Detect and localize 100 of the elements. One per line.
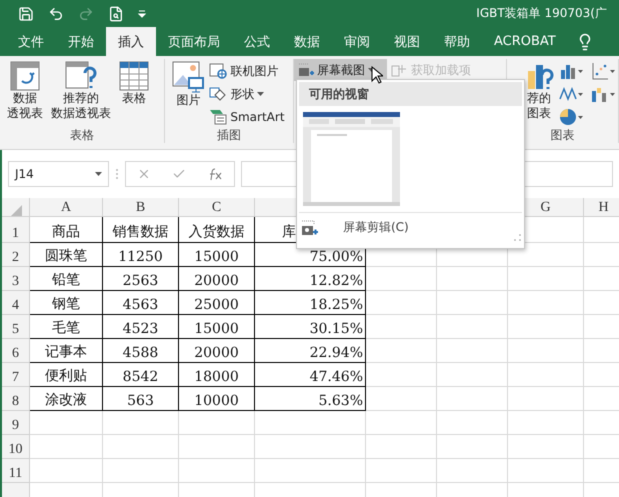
grid-cell[interactable] (366, 411, 437, 435)
resize-grip-icon (514, 234, 521, 241)
grid-cell[interactable] (366, 459, 437, 483)
grid-cell[interactable] (437, 363, 508, 387)
grid-cell[interactable] (508, 411, 584, 435)
ribbon-tab[interactable]: ACROBAT (482, 27, 568, 56)
select-all-corner[interactable] (2, 198, 30, 217)
grid-cell[interactable] (103, 411, 179, 435)
ribbon-tab[interactable]: 文件 (6, 27, 56, 56)
grid-cell[interactable] (437, 411, 508, 435)
ribbon-button[interactable]: 联机图片 (209, 61, 285, 81)
grid-cell[interactable] (508, 435, 584, 459)
column-header[interactable]: B (103, 198, 179, 217)
row-header[interactable]: 2 (2, 243, 30, 267)
ribbon-button[interactable]: 表格 (116, 59, 152, 127)
grid-cell[interactable] (366, 363, 437, 387)
ribbon-tab[interactable]: 开始 (56, 27, 106, 56)
row-header[interactable]: 8 (2, 387, 30, 411)
grid-cell[interactable] (437, 459, 508, 483)
ribbon-tab[interactable]: 帮助 (432, 27, 482, 56)
grid-cell[interactable] (255, 459, 366, 483)
row-header[interactable]: 6 (2, 339, 30, 363)
grid-cell[interactable] (508, 291, 584, 315)
ribbon-button[interactable]: 数据 透视表 (4, 59, 46, 127)
grid-cell[interactable] (366, 267, 437, 291)
save-icon[interactable] (18, 6, 34, 22)
table-cell: 20000 (179, 267, 255, 291)
grid-cell[interactable] (179, 411, 255, 435)
row-header[interactable]: 5 (2, 315, 30, 339)
grid-cell[interactable] (508, 459, 584, 483)
grid-cell[interactable] (179, 459, 255, 483)
row-header[interactable]: 1 (2, 217, 30, 243)
undo-icon[interactable] (48, 6, 64, 22)
grid-cell[interactable] (366, 435, 437, 459)
grid-cell[interactable] (366, 291, 437, 315)
column-header[interactable]: A (30, 198, 103, 217)
function-icon[interactable] (207, 167, 224, 181)
grid-cell[interactable] (30, 459, 103, 483)
ribbon-tab[interactable]: 页面布局 (156, 27, 232, 56)
grid-cell[interactable] (179, 435, 255, 459)
grid-cell[interactable] (508, 267, 584, 291)
grid-cell[interactable] (366, 339, 437, 363)
grid-cell[interactable] (366, 315, 437, 339)
customize-caret-icon[interactable] (138, 10, 146, 18)
row-header[interactable]: 11 (2, 459, 30, 483)
table-cell: 4588 (103, 339, 179, 363)
grid-cell[interactable] (437, 339, 508, 363)
row-header[interactable]: 9 (2, 411, 30, 435)
column-header[interactable]: C (179, 198, 255, 217)
recommended-charts-button[interactable]: 荐的 图表 (521, 59, 558, 127)
row-header[interactable]: 7 (2, 363, 30, 387)
row-header[interactable]: 4 (2, 291, 30, 315)
grid-cell[interactable] (437, 315, 508, 339)
ribbon-tab[interactable]: 审阅 (332, 27, 382, 56)
ribbon-button[interactable]: SmartArt (209, 107, 285, 127)
scatter-chart-icon (591, 62, 618, 80)
grid-cell[interactable] (508, 363, 584, 387)
ribbon-tab[interactable]: 公式 (232, 27, 282, 56)
table-cell: 30.15% (255, 315, 366, 339)
picture-icon (172, 61, 204, 93)
grid-cell[interactable] (103, 459, 179, 483)
grid-cell[interactable] (255, 411, 366, 435)
menu-heading: 可用的视窗 (299, 82, 522, 106)
ribbon-tab[interactable]: 视图 (382, 27, 432, 56)
ribbon-tab[interactable]: 数据 (282, 27, 332, 56)
grid-cell[interactable] (366, 387, 437, 411)
grid-cell[interactable] (508, 387, 584, 411)
grid-cell[interactable] (437, 291, 508, 315)
pie-chart-icon (559, 108, 586, 126)
column-header[interactable]: H (584, 198, 619, 217)
ribbon-button[interactable]: 形状 (209, 84, 285, 104)
table-cell: 8542 (103, 363, 179, 387)
ribbon-tab[interactable]: 插入 (106, 27, 156, 56)
table-cell: 15000 (179, 243, 255, 267)
table-cell: 毛笔 (30, 315, 103, 339)
table-cell: 47.46% (255, 363, 366, 387)
grid-cell[interactable] (103, 435, 179, 459)
table-cell: 15000 (179, 315, 255, 339)
row-header[interactable]: 10 (2, 435, 30, 459)
name-box[interactable]: J14 (8, 161, 109, 187)
row-header[interactable]: 3 (2, 267, 30, 291)
grid-cell[interactable] (437, 267, 508, 291)
grid-cell[interactable] (437, 435, 508, 459)
print-preview-icon[interactable] (108, 6, 124, 22)
bar-chart-icon (559, 62, 586, 80)
group-label: 插图 (216, 127, 242, 143)
picture-button[interactable]: 图片 (169, 59, 208, 127)
ribbon-button[interactable]: 推荐的 数据透视表 (48, 59, 114, 127)
line-chart-icon (559, 85, 586, 103)
table-cell: 563 (103, 387, 179, 411)
grid-cell[interactable] (30, 411, 103, 435)
grid-cell[interactable] (508, 339, 584, 363)
grid-cell[interactable] (437, 387, 508, 411)
table-cell: 11250 (103, 243, 179, 267)
window-title: IGBT装箱单 190703(广 (476, 5, 607, 22)
table-cell: 25000 (179, 291, 255, 315)
grid-cell[interactable] (508, 315, 584, 339)
addins-icon (391, 63, 408, 77)
grid-cell[interactable] (30, 435, 103, 459)
grid-cell[interactable] (255, 435, 366, 459)
